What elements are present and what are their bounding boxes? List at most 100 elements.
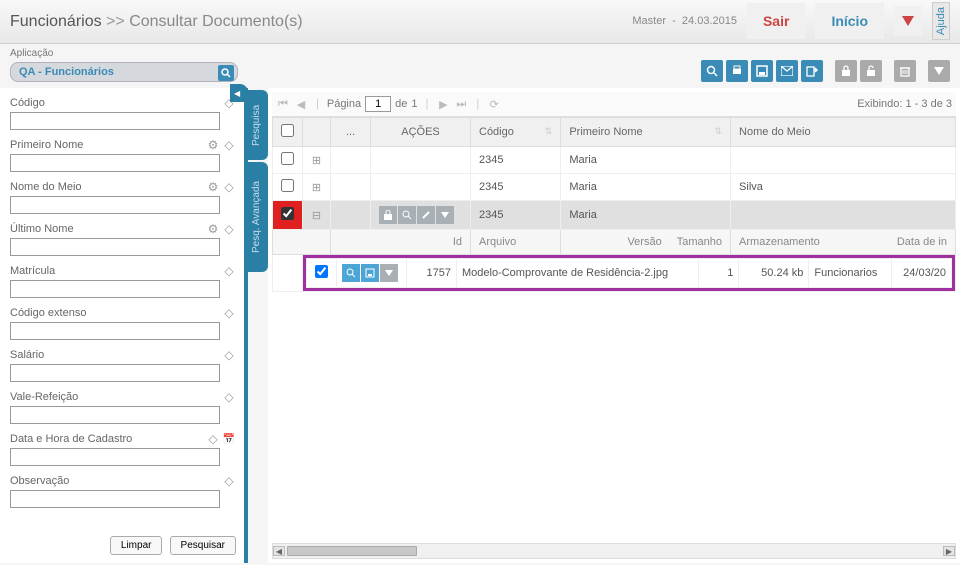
field-label: Data e Hora de Cadastro — [10, 433, 132, 445]
diamond-icon[interactable]: ◇ — [222, 390, 236, 404]
diamond-icon[interactable]: ◇ — [206, 432, 220, 446]
meio-header[interactable]: Nome do Meio — [731, 118, 956, 147]
table-row[interactable]: ⊟2345Maria — [273, 201, 956, 230]
tab-pesquisa-avancada[interactable]: Pesq. Avançada — [248, 162, 268, 272]
primeiro-cell: Maria — [561, 201, 731, 230]
meio-cell — [731, 147, 956, 174]
field-input[interactable] — [10, 196, 220, 214]
tab-pesquisa[interactable]: Pesquisa — [248, 90, 268, 160]
sub-versao-tamanho-header: Versão Tamanho — [561, 230, 731, 255]
field-label: Último Nome — [10, 223, 74, 235]
clear-button[interactable]: Limpar — [110, 536, 163, 555]
primeiro-header[interactable]: Primeiro Nome⇅ — [561, 118, 731, 147]
codigo-header[interactable]: Código⇅ — [471, 118, 561, 147]
last-page-icon[interactable]: ⏭ — [454, 97, 468, 111]
acoes-header[interactable]: AÇÕES — [371, 118, 471, 147]
diamond-icon[interactable]: ◇ — [222, 348, 236, 362]
scroll-left-icon[interactable]: ◀ — [273, 546, 285, 556]
diamond-icon[interactable]: ◇ — [222, 264, 236, 278]
expand-header — [303, 118, 331, 147]
sub-armaz-header: ArmazenamentoData de in — [731, 230, 956, 255]
page-input[interactable] — [365, 96, 391, 112]
download-icon[interactable] — [361, 264, 379, 282]
view-icon[interactable] — [342, 264, 360, 282]
export-button[interactable] — [801, 60, 823, 82]
diamond-icon[interactable]: ◇ — [222, 306, 236, 320]
expand-icon[interactable]: ⊞ — [303, 147, 331, 174]
expand-icon[interactable]: ⊞ — [303, 174, 331, 201]
field-input[interactable] — [10, 406, 220, 424]
form-row: Vale-Refeição◇ — [10, 390, 242, 424]
dropdown-button[interactable] — [928, 60, 950, 82]
unlock-button[interactable] — [860, 60, 882, 82]
gear-icon[interactable]: ⚙ — [206, 180, 220, 194]
select-all-checkbox[interactable] — [281, 124, 294, 137]
mail-button[interactable] — [776, 60, 798, 82]
print-button[interactable] — [726, 60, 748, 82]
field-input[interactable] — [10, 364, 220, 382]
diamond-icon[interactable]: ◇ — [222, 138, 236, 152]
prev-page-icon[interactable]: ◀ — [294, 97, 308, 111]
codigo-cell: 2345 — [471, 147, 561, 174]
sub-arquivo-cell: Modelo-Comprovante de Residência-2.jpg — [457, 259, 699, 288]
field-input[interactable] — [10, 238, 220, 256]
help-tab[interactable]: Ajuda — [932, 2, 950, 40]
search-button[interactable] — [701, 60, 723, 82]
horizontal-scrollbar[interactable]: ◀ ▶ — [272, 543, 956, 559]
diamond-icon[interactable]: ◇ — [222, 474, 236, 488]
sidebar-collapse-icon[interactable] — [230, 84, 248, 102]
sub-id-header: Id — [331, 230, 471, 255]
vertical-tabs: Pesquisa Pesq. Avançada — [248, 88, 268, 563]
field-input[interactable] — [10, 154, 220, 172]
gear-icon[interactable]: ⚙ — [206, 222, 220, 236]
refresh-icon[interactable]: ⟳ — [487, 97, 501, 111]
field-input[interactable] — [10, 322, 220, 340]
field-input[interactable] — [10, 112, 220, 130]
field-input[interactable] — [10, 490, 220, 508]
sub-armaz-cell: Funcionarios — [809, 259, 892, 288]
home-button[interactable]: Início — [815, 3, 884, 39]
calendar-icon[interactable]: 📅 — [222, 432, 236, 446]
field-input[interactable] — [10, 448, 220, 466]
delete-button[interactable] — [894, 60, 916, 82]
dropdown-icon[interactable] — [436, 206, 454, 224]
form-row: Primeiro Nome⚙◇ — [10, 138, 242, 172]
edit-icon[interactable] — [417, 206, 435, 224]
search-submit-button[interactable]: Pesquisar — [170, 536, 236, 555]
first-page-icon[interactable]: ⏮ — [276, 97, 290, 111]
form-row: Último Nome ⚙◇ — [10, 222, 242, 256]
row-checkbox[interactable] — [281, 179, 294, 192]
gear-icon[interactable]: ⚙ — [206, 138, 220, 152]
breadcrumb-sub: Consultar Documento(s) — [129, 13, 302, 30]
breadcrumb-separator: >> — [106, 13, 125, 30]
sub-row-checkbox[interactable] — [315, 265, 328, 278]
form-row: Código◇ — [10, 96, 242, 130]
dropdown-icon[interactable] — [380, 264, 398, 282]
lock-button[interactable] — [835, 60, 857, 82]
chevron-down-icon — [902, 16, 914, 26]
sub-id-cell: 1757 — [407, 259, 457, 288]
next-page-icon[interactable]: ▶ — [436, 97, 450, 111]
sub-row[interactable]: 1757Modelo-Comprovante de Residência-2.j… — [273, 255, 956, 292]
diamond-icon[interactable]: ◇ — [222, 222, 236, 236]
lock-icon[interactable] — [379, 206, 397, 224]
field-label: Matrícula — [10, 265, 55, 277]
scroll-right-icon[interactable]: ▶ — [943, 546, 955, 556]
search-icon[interactable] — [398, 206, 416, 224]
logout-button[interactable]: Sair — [747, 3, 805, 39]
save-button[interactable] — [751, 60, 773, 82]
diamond-icon[interactable]: ◇ — [222, 180, 236, 194]
table-row[interactable]: ⊞2345Maria — [273, 147, 956, 174]
codigo-cell: 2345 — [471, 174, 561, 201]
scroll-thumb[interactable] — [287, 546, 417, 556]
row-checkbox[interactable] — [281, 207, 294, 220]
header-dropdown-button[interactable] — [894, 6, 922, 36]
meio-cell — [731, 201, 956, 230]
table-row[interactable]: ⊞2345MariaSilva — [273, 174, 956, 201]
field-input[interactable] — [10, 280, 220, 298]
app-selector[interactable]: QA - Funcionários — [10, 62, 238, 82]
search-icon[interactable] — [218, 65, 234, 81]
collapse-icon[interactable]: ⊟ — [303, 201, 331, 230]
form-row: Nome do Meio⚙◇ — [10, 180, 242, 214]
row-checkbox[interactable] — [281, 152, 294, 165]
